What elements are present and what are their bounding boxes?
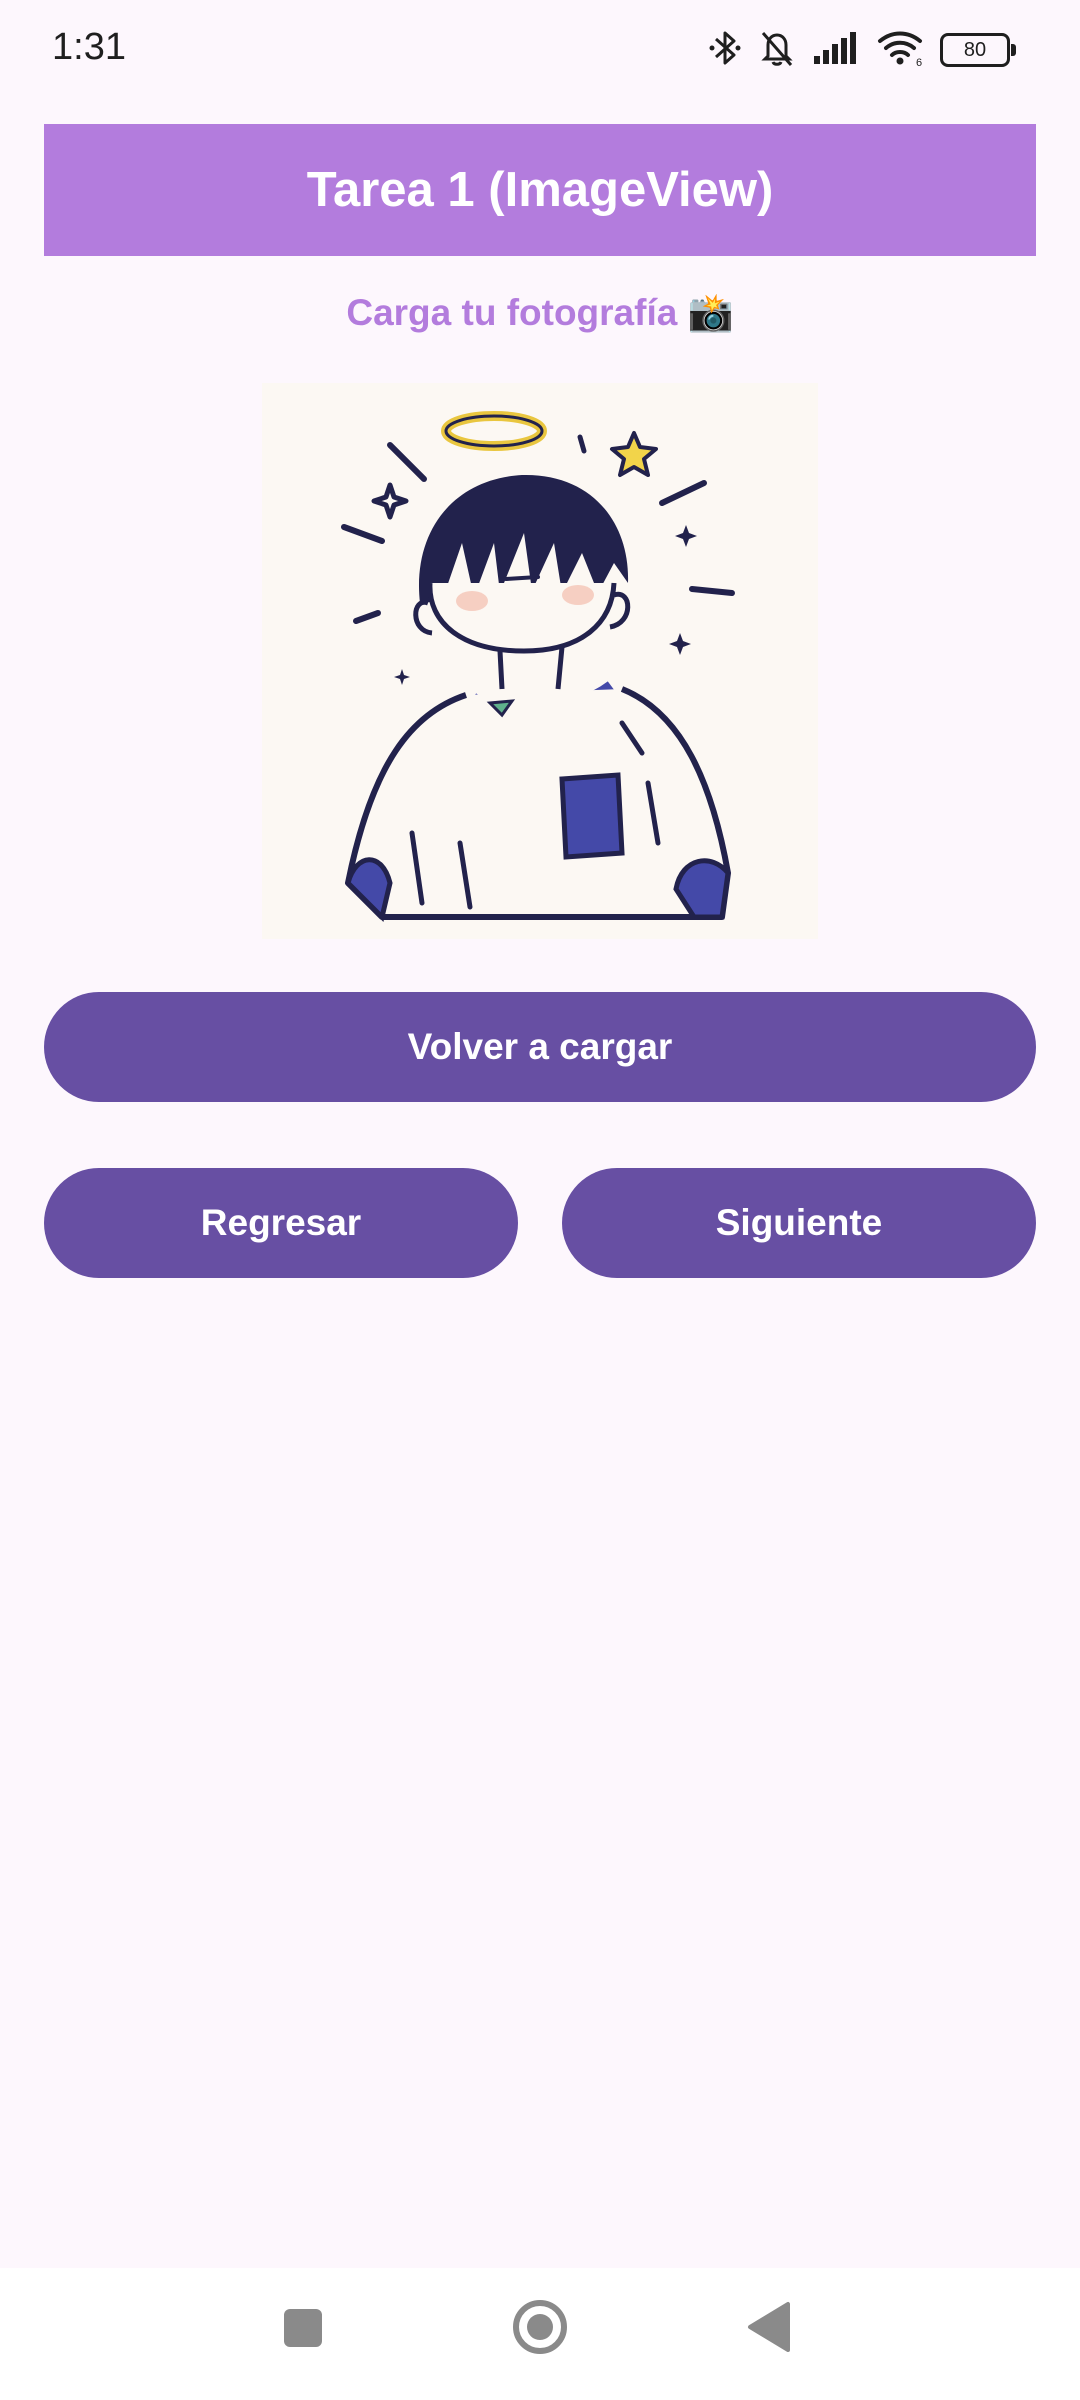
status-time: 1:31: [52, 26, 126, 68]
subtitle: Carga tu fotografía 📸: [346, 292, 734, 333]
recents-icon[interactable]: [280, 2292, 328, 2367]
status-icons: 6 80: [708, 24, 1016, 76]
status-bar: 1:31 6 80: [0, 0, 1080, 100]
back-button-label: Regresar: [200, 1202, 362, 1243]
back-button[interactable]: Regresar: [44, 1168, 518, 1278]
reload-button-label: Volver a cargar: [407, 1026, 673, 1067]
back-icon[interactable]: [744, 2292, 794, 2367]
next-button-label: Siguiente: [715, 1202, 883, 1243]
battery-level: 80: [963, 38, 987, 61]
title-bar: Tarea 1 (ImageView): [44, 124, 1036, 256]
anime-boy-illustration: [262, 383, 818, 939]
signal-icon: [812, 30, 860, 71]
bell-off-icon: [758, 28, 796, 73]
page-title: Tarea 1 (ImageView): [306, 163, 774, 217]
bluetooth-icon: [708, 28, 742, 73]
reload-button[interactable]: Volver a cargar: [44, 992, 1036, 1102]
wifi-icon: 6: [876, 29, 924, 72]
home-icon[interactable]: [505, 2292, 575, 2367]
navigation-bar: [0, 2268, 1080, 2400]
photo-image: [262, 383, 818, 939]
battery-icon: 80: [940, 33, 1016, 67]
next-button[interactable]: Siguiente: [562, 1168, 1036, 1278]
svg-text:6: 6: [916, 57, 922, 67]
